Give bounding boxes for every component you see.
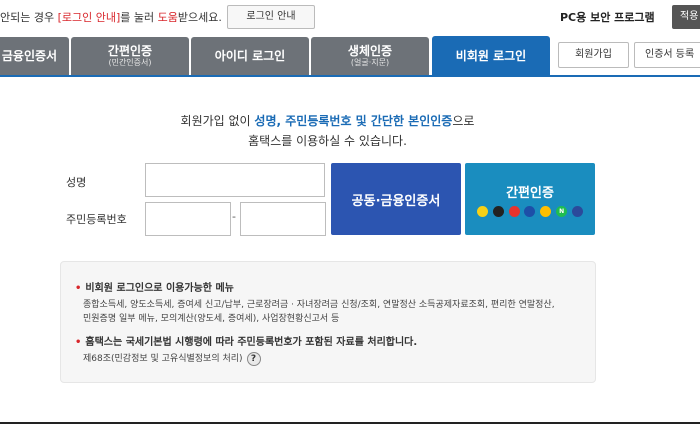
info-box: • 비회원 로그인으로 이용가능한 메뉴 종합소득세, 양도소득세, 증여세 신고… — [60, 261, 596, 383]
pass-icon — [508, 206, 520, 217]
auth-provider-icons: N — [477, 206, 583, 218]
rrn-front-input[interactable] — [145, 202, 231, 236]
login-tabs: 금융인증서 간편인증 (민간인증서) 아이디 로그인 생체인증 (얼굴·지문) … — [0, 36, 700, 77]
top-bar: 안되는 경우 [로그인 안내]를 눌러 도움받으세요. 로그인 안내 PC용 보… — [0, 0, 700, 34]
tab-financial-cert[interactable]: 금융인증서 — [0, 37, 69, 75]
samsung-icon — [524, 206, 536, 217]
name-label: 성명 — [66, 176, 87, 189]
cert-register-button[interactable]: 인증서 등록 — [634, 42, 700, 68]
apply-button[interactable]: 적용 — [672, 5, 700, 29]
tab-non-member-login[interactable]: 비회원 로그인 — [432, 36, 550, 77]
rrn-back-input[interactable] — [240, 202, 326, 236]
info-privacy-line: 제68조(민감정보 및 고유식별정보의 처리)? — [83, 351, 261, 366]
login-guide-link[interactable]: [로그인 안내] — [58, 11, 121, 24]
info-title-menus: • 비회원 로그인으로 이용가능한 메뉴 — [75, 283, 234, 294]
signup-button[interactable]: 회원가입 — [558, 42, 629, 68]
easy-auth-button[interactable]: 간편인증 N — [465, 163, 595, 235]
tab-easy-auth[interactable]: 간편인증 (민간인증서) — [71, 37, 189, 75]
intro-text: 회원가입 없이 성명, 주민등록번호 및 간단한 본인인증으로 홈택스를 이용하… — [180, 114, 475, 148]
info-menu-line-1: 종합소득세, 양도소득세, 증여세 신고/납부, 근로장려금 · 자녀장려금 신… — [83, 300, 555, 310]
login-guide-button[interactable]: 로그인 안내 — [227, 5, 315, 29]
info-menu-line-2: 민원증명 일부 메뉴, 모의계산(양도세, 증여세), 사업장현황신고서 등 — [83, 314, 340, 324]
toss-icon — [571, 206, 583, 217]
login-help-notice: 안되는 경우 [로그인 안내]를 눌러 도움받으세요. — [0, 11, 222, 24]
name-input[interactable] — [145, 163, 325, 197]
kakao-icon — [477, 206, 488, 217]
bottom-divider — [0, 422, 700, 424]
info-title-privacy: • 홈택스는 국세기본법 시행령에 따라 주민등록번호가 포함된 자료를 처리합니… — [75, 337, 418, 348]
rrn-dash: - — [232, 210, 236, 223]
rrn-label: 주민등록번호 — [66, 213, 127, 226]
naver-icon: N — [556, 206, 568, 217]
joint-financial-cert-button[interactable]: 공동·금융인증서 — [331, 163, 461, 235]
payco-icon — [492, 206, 504, 217]
tab-id-login[interactable]: 아이디 로그인 — [191, 37, 309, 75]
help-icon[interactable]: ? — [246, 351, 261, 366]
pc-security-program-label: PC용 보안 프로그램 — [560, 11, 655, 24]
kb-icon — [540, 206, 552, 217]
tab-biometric[interactable]: 생체인증 (얼굴·지문) — [311, 37, 429, 75]
